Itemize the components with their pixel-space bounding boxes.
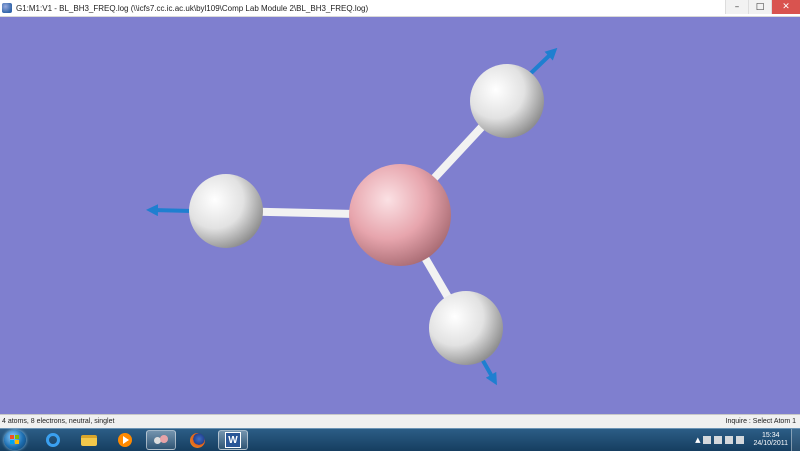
- media-player-icon: [118, 433, 132, 447]
- close-button[interactable]: ✕: [771, 0, 800, 14]
- tray-volume-icon[interactable]: [736, 436, 745, 444]
- taskbar-media-player[interactable]: [110, 430, 140, 450]
- gaussview-app-icon: [2, 3, 12, 13]
- boron-atom[interactable]: [349, 164, 451, 266]
- firefox-icon: [189, 432, 205, 448]
- windows-logo-icon: [10, 435, 20, 445]
- clock-date: 24/10/2011: [753, 440, 788, 447]
- molecule-status: 4 atoms, 8 electrons, neutral, singlet: [2, 418, 115, 425]
- inquire-status: Inquire : Select Atom 1: [725, 418, 796, 425]
- folder-icon: [81, 434, 97, 446]
- clock-time: 15:34: [761, 432, 780, 439]
- hydrogen-atom-bottom[interactable]: [429, 291, 503, 365]
- vector-h-left: [146, 204, 193, 217]
- status-bar: 4 atoms, 8 electrons, neutral, singlet I…: [0, 414, 800, 428]
- start-button[interactable]: [4, 430, 26, 450]
- tray-network-icon[interactable]: [725, 436, 734, 444]
- system-tray: ▲ 15:34 24/10/2011: [695, 431, 788, 449]
- tray-power-icon[interactable]: [714, 436, 723, 444]
- tray-flag-icon[interactable]: [703, 436, 712, 444]
- hydrogen-atom-top[interactable]: [470, 64, 544, 138]
- taskbar-firefox[interactable]: [182, 430, 212, 450]
- internet-explorer-icon: [46, 433, 60, 447]
- title-bar: G1:M1:V1 - BL_BH3_FREQ.log (\\icfs7.cc.i…: [0, 0, 800, 17]
- molecule-canvas[interactable]: [0, 17, 800, 414]
- window-title: G1:M1:V1 - BL_BH3_FREQ.log (\\icfs7.cc.i…: [16, 3, 369, 13]
- word-icon: W: [225, 432, 241, 448]
- show-desktop-button[interactable]: [791, 429, 800, 451]
- taskbar-word[interactable]: W: [218, 430, 248, 450]
- gaussview-icon: [154, 433, 168, 447]
- taskbar-file-explorer[interactable]: [74, 430, 104, 450]
- taskbar-gaussview[interactable]: [146, 430, 176, 450]
- tray-expand-icon[interactable]: ▲: [695, 436, 700, 444]
- clock[interactable]: 15:34 24/10/2011: [753, 432, 788, 448]
- window-controls: – □ ✕: [725, 0, 800, 14]
- taskbar-internet-explorer[interactable]: [38, 430, 68, 450]
- vector-h-top: [528, 47, 558, 76]
- molecule-viewport[interactable]: [0, 17, 800, 414]
- hydrogen-atom-left[interactable]: [189, 174, 263, 248]
- maximize-button[interactable]: □: [748, 0, 771, 14]
- taskbar: W ▲ 15:34 24/10/2011: [0, 428, 800, 451]
- minimize-button[interactable]: –: [725, 0, 748, 14]
